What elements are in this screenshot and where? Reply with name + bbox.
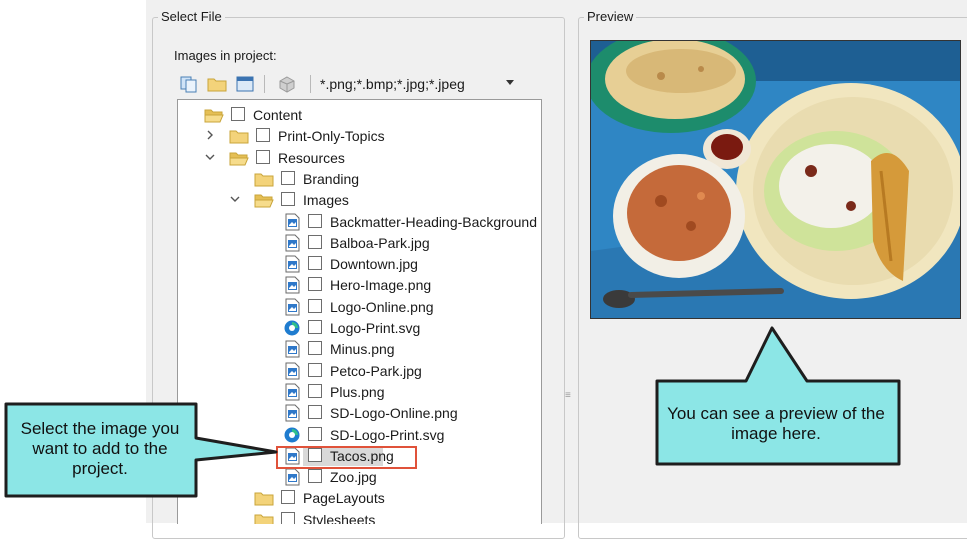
item-checkbox[interactable]: [281, 511, 295, 524]
tree-item-label: SD-Logo-Print.svg: [330, 426, 445, 443]
image-file-icon: [285, 298, 300, 316]
image-file-icon: [285, 362, 300, 380]
tree-item-label: Zoo.jpg: [330, 469, 377, 486]
item-checkbox[interactable]: [256, 149, 270, 164]
tree-item-label: Plus.png: [330, 383, 385, 400]
tree-item[interactable]: Logo-Print.svg: [178, 317, 541, 339]
copy-button[interactable]: [178, 74, 200, 94]
chevron-down-icon[interactable]: [205, 152, 215, 162]
tree-item[interactable]: Balboa-Park.jpg: [178, 232, 541, 254]
folder-icon: [229, 130, 249, 144]
item-checkbox[interactable]: [256, 128, 270, 143]
folder-open-icon: [204, 109, 224, 123]
tree-item-label: Balboa-Park.jpg: [330, 234, 430, 251]
tree-item-label: Logo-Online.png: [330, 298, 434, 315]
item-checkbox[interactable]: [308, 320, 322, 334]
tree-item[interactable]: Backmatter-Heading-Background: [178, 211, 541, 233]
item-checkbox[interactable]: [308, 277, 322, 292]
item-checkbox[interactable]: [308, 405, 322, 420]
tree-item[interactable]: Resources: [178, 147, 541, 169]
tree-item[interactable]: Print-Only-Topics: [178, 125, 541, 147]
properties-button[interactable]: [276, 74, 298, 94]
item-checkbox[interactable]: [308, 426, 322, 441]
chevron-down-icon[interactable]: [506, 80, 514, 85]
image-file-icon: [285, 383, 300, 401]
item-checkbox[interactable]: [308, 298, 322, 313]
image-file-icon: [285, 468, 300, 486]
tree-item-label: Branding: [303, 170, 360, 187]
folder-open-icon: [229, 152, 249, 166]
tree-item-label: Logo-Print.svg: [330, 320, 421, 336]
item-checkbox[interactable]: [281, 192, 295, 207]
image-file-icon: [285, 234, 300, 252]
toolbar: *.png;*.bmp;*.jpg;*.jpeg: [172, 68, 540, 100]
item-checkbox[interactable]: [308, 383, 322, 398]
folder-icon: [207, 78, 227, 92]
image-file-icon: [285, 276, 300, 294]
item-checkbox[interactable]: [308, 213, 322, 228]
tree-item-label: Content: [253, 107, 303, 123]
tree-item-label: Stylesheets: [303, 511, 376, 524]
toolbar-separator: [264, 75, 265, 93]
tree-item-label: SD-Logo-Online.png: [330, 405, 458, 422]
folder-open-icon: [254, 194, 274, 208]
item-checkbox[interactable]: [231, 107, 245, 121]
window-icon: [236, 76, 254, 92]
tree-item[interactable]: Petco-Park.jpg: [178, 360, 541, 382]
tree-item-label: Hero-Image.png: [330, 277, 432, 294]
tree-item[interactable]: Stylesheets: [178, 509, 541, 524]
copy-icon: [180, 76, 197, 93]
image-file-icon: [285, 213, 300, 230]
image-file-icon: [285, 255, 300, 273]
preview-image: [590, 40, 961, 319]
svg-file-icon: [284, 427, 300, 442]
item-checkbox[interactable]: [308, 362, 322, 377]
tree-item[interactable]: Minus.png: [178, 338, 541, 360]
folder-icon: [254, 514, 274, 524]
cube-icon: [279, 76, 295, 93]
tree-item[interactable]: Logo-Online.png: [178, 296, 541, 318]
tree-item-label: PageLayouts: [303, 490, 385, 507]
chevron-down-icon[interactable]: [230, 194, 240, 204]
file-filter-value[interactable]: *.png;*.bmp;*.jpg;*.jpeg: [320, 75, 465, 93]
tree-item-label: Backmatter-Heading-Background: [330, 213, 537, 230]
item-checkbox[interactable]: [308, 234, 322, 249]
tree-item[interactable]: Images: [178, 189, 541, 211]
tree-item-label: Print-Only-Topics: [278, 128, 385, 145]
window-button[interactable]: [234, 74, 256, 94]
selection-highlight: [276, 446, 417, 469]
item-checkbox[interactable]: [308, 256, 322, 271]
item-checkbox[interactable]: [281, 170, 295, 185]
chevron-right-icon[interactable]: [205, 130, 215, 140]
tree-item[interactable]: Branding: [178, 168, 541, 190]
splitter-handle[interactable]: ≡: [565, 390, 571, 401]
tree-item-label: Images: [303, 192, 349, 209]
svg-file-icon: [284, 320, 300, 336]
tree-item-label: Petco-Park.jpg: [330, 362, 422, 379]
toolbar-separator: [310, 75, 311, 93]
item-checkbox[interactable]: [281, 490, 295, 505]
folder-icon: [254, 173, 274, 187]
image-file-icon: [285, 404, 300, 422]
tree-item[interactable]: Hero-Image.png: [178, 274, 541, 296]
preview-callout-text: You can see a preview of the image here.: [667, 404, 885, 443]
select-callout-text: Select the image you want to add to the …: [20, 419, 180, 478]
preview-title: Preview: [584, 9, 637, 25]
images-in-project-label: Images in project:: [174, 48, 277, 63]
tree-item-label: Minus.png: [330, 341, 395, 358]
tree-item-label: Resources: [278, 149, 345, 166]
item-checkbox[interactable]: [308, 341, 322, 356]
tree-item[interactable]: Content: [178, 104, 541, 126]
item-checkbox[interactable]: [308, 469, 322, 484]
tree-item[interactable]: Downtown.jpg: [178, 253, 541, 275]
select-file-title: Select File: [158, 9, 225, 25]
tree-item-label: Downtown.jpg: [330, 256, 418, 273]
open-folder-button[interactable]: [206, 74, 228, 94]
preview-callout: [655, 326, 901, 466]
image-file-icon: [285, 340, 300, 358]
